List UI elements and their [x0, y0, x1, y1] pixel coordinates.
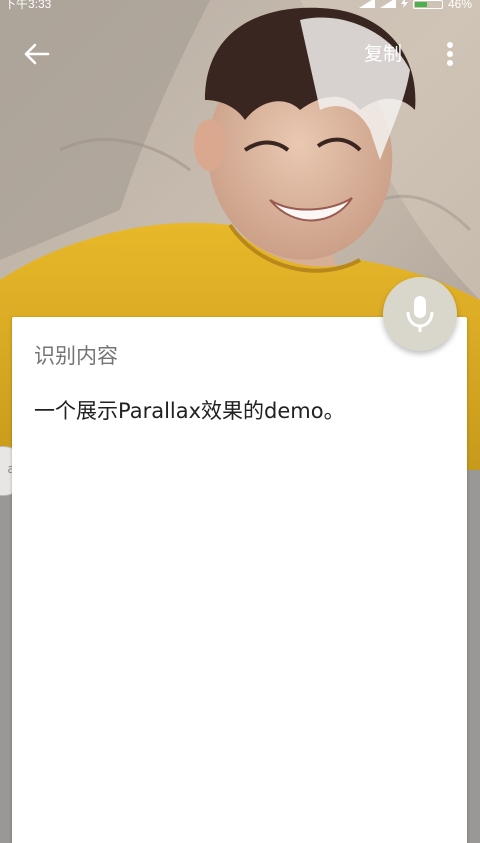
back-button[interactable]: [18, 36, 58, 72]
toolbar: 复制: [0, 30, 480, 78]
recognition-card: 识别内容 一个展示Parallax效果的demo。: [12, 317, 467, 843]
signal-icon: [379, 0, 396, 10]
copy-button[interactable]: 复制: [364, 40, 402, 68]
arrow-back-icon: [24, 43, 50, 65]
more-vertical-icon: [447, 42, 453, 66]
battery-percent: 46%: [447, 0, 472, 11]
signal-icon: [358, 0, 375, 10]
battery-icon: [412, 0, 443, 9]
microphone-icon: [406, 296, 434, 332]
recognized-text: 一个展示Parallax效果的demo。: [34, 399, 345, 423]
status-icons: 46%: [358, 0, 472, 11]
microphone-button[interactable]: [383, 277, 457, 351]
status-bar: 下午3:33 46%: [0, 0, 480, 12]
more-options-button[interactable]: [436, 38, 464, 70]
charging-icon: [400, 0, 408, 10]
status-time: 下午3:33: [4, 0, 52, 11]
card-title: 识别内容: [34, 344, 118, 368]
